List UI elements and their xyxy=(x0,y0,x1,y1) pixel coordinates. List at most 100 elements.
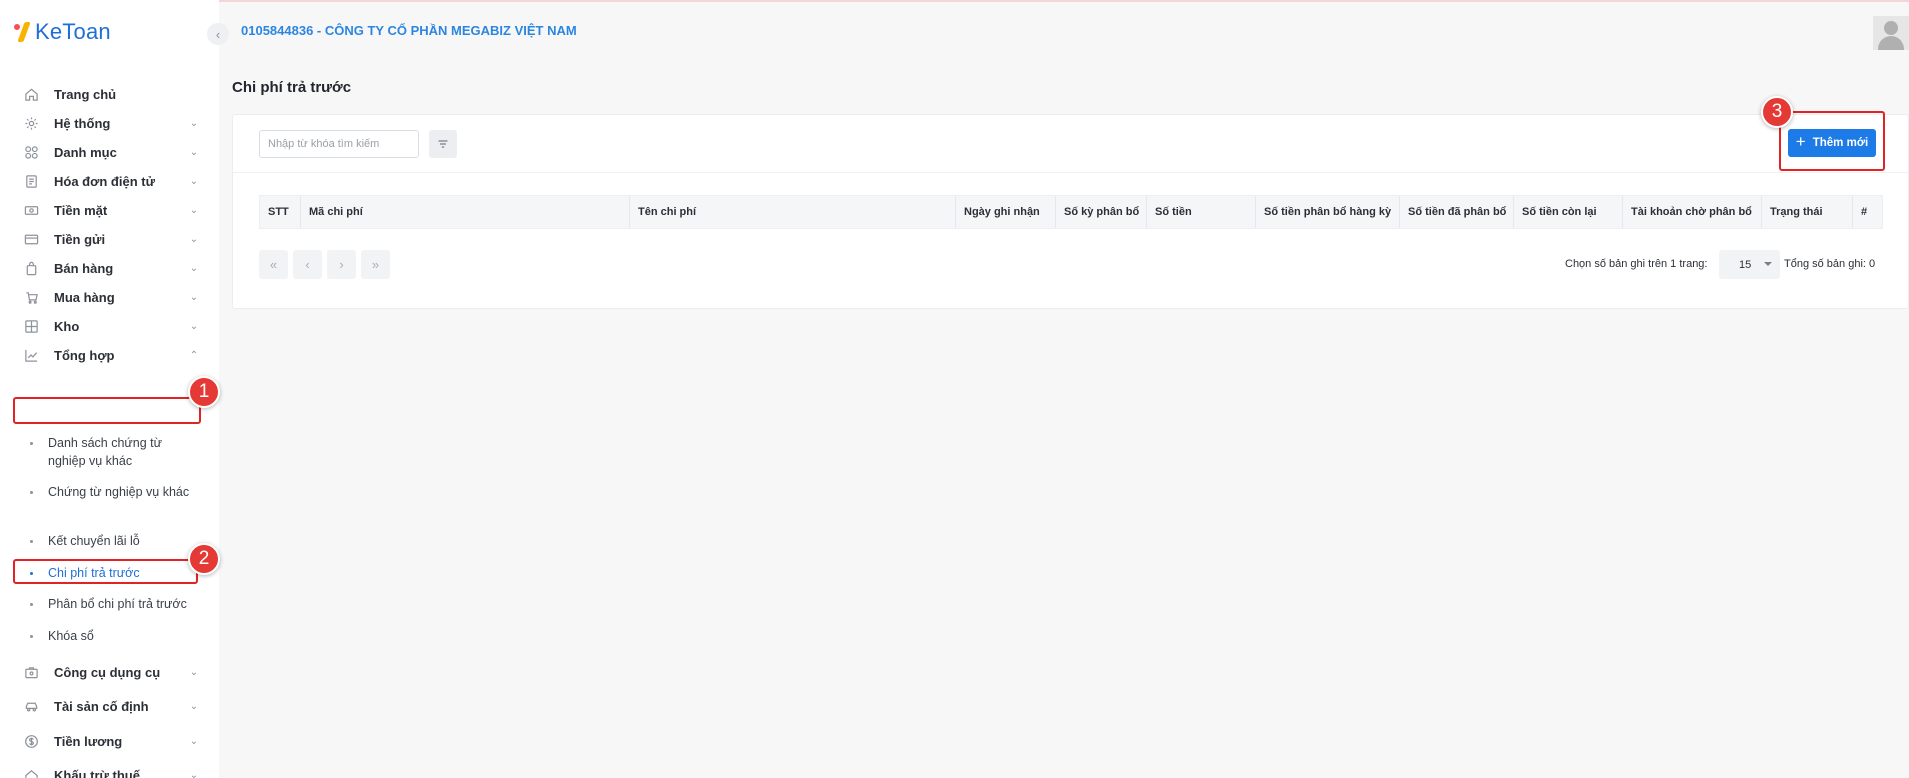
subitem-label: Chứng từ nghiệp vụ khác xyxy=(48,485,190,499)
subitem-khoa-so[interactable]: Khóa sổ xyxy=(30,627,200,645)
step-badge-2: 2 xyxy=(188,543,220,575)
sidebar-item-tai-san[interactable]: Tài sản cố định ⌄ xyxy=(14,690,202,722)
chevron-down-icon: ⌄ xyxy=(189,204,199,216)
sidebar-item-label: Kho xyxy=(54,318,80,334)
subitem-phan-bo-chi-phi[interactable]: Phân bổ chi phí trả trước xyxy=(30,595,200,613)
chevron-down-icon: ⌄ xyxy=(189,117,199,129)
highlight-box-2 xyxy=(13,559,198,584)
sidebar-item-label: Trang chủ xyxy=(54,86,117,102)
sidebar-item-label: Mua hàng xyxy=(54,289,115,305)
chevron-down-icon: ⌄ xyxy=(189,666,199,678)
column-header[interactable]: Số tiền xyxy=(1147,196,1256,228)
page-title: Chi phí trả trước xyxy=(232,79,352,96)
sidebar-item-tien-mat[interactable]: Tiền mặt ⌄ xyxy=(14,194,202,226)
dollar-icon xyxy=(22,732,40,750)
sidebar-item-label: Hệ thống xyxy=(54,115,111,131)
sidebar-item-label: Khấu trừ thuế xyxy=(54,767,140,778)
chevron-left-icon: ‹ xyxy=(215,26,221,42)
invoice-icon xyxy=(22,172,40,190)
search-input[interactable] xyxy=(259,130,419,158)
sidebar-item-ban-hang[interactable]: Bán hàng ⌄ xyxy=(14,252,202,284)
cart-icon xyxy=(22,288,40,306)
column-header[interactable]: # xyxy=(1853,196,1882,228)
chevron-down-icon: ⌄ xyxy=(189,700,199,712)
sidebar-item-danh-muc[interactable]: Danh mục ⌄ xyxy=(14,136,202,168)
bullet-icon xyxy=(30,491,33,494)
subitem-chung-tu-nghiep-vu[interactable]: Chứng từ nghiệp vụ khác xyxy=(30,483,200,501)
per-page-value: 15 xyxy=(1739,258,1752,271)
double-chevron-left-icon: « xyxy=(269,257,278,272)
sidebar-item-kho[interactable]: Kho ⌄ xyxy=(14,310,202,342)
column-header[interactable]: Số tiền đã phân bổ xyxy=(1400,196,1514,228)
last-page-button[interactable]: » xyxy=(361,250,390,279)
column-header[interactable]: STT xyxy=(260,196,301,228)
prev-page-button[interactable]: ‹ xyxy=(293,250,322,279)
content-card: + Thêm mới STT Mã chi phí Tên chi phí Ng… xyxy=(232,114,1909,309)
sidebar-collapse-button[interactable]: ‹ xyxy=(207,23,229,45)
chevron-down-icon: ⌄ xyxy=(189,175,199,187)
category-icon xyxy=(22,143,40,161)
subitem-label: Khóa sổ xyxy=(48,629,94,643)
column-header[interactable]: Tên chi phí xyxy=(630,196,956,228)
sidebar-item-label: Công cụ dụng cụ xyxy=(54,664,161,680)
tax-icon xyxy=(22,766,40,778)
per-page-select[interactable]: 15 xyxy=(1719,250,1780,279)
chevron-up-icon: ⌃ xyxy=(189,349,199,361)
sidebar-item-khau-tru-thue[interactable]: Khấu trừ thuế ⌄ xyxy=(14,759,202,778)
chevron-down-icon: ⌄ xyxy=(189,735,199,747)
next-page-button[interactable]: › xyxy=(327,250,356,279)
highlight-box-1 xyxy=(13,397,201,424)
sidebar-item-label: Tài sản cố định xyxy=(54,698,149,714)
sidebar-item-trang-chu[interactable]: Trang chủ xyxy=(14,78,202,110)
caret-down-icon xyxy=(1764,262,1772,266)
bullet-icon xyxy=(30,442,33,445)
logo-text: KeToan xyxy=(35,19,111,44)
sidebar-item-tong-hop[interactable]: Tổng hợp ⌃ xyxy=(14,339,202,371)
sidebar-item-he-thong[interactable]: Hệ thống ⌄ xyxy=(14,107,202,139)
sidebar-item-cong-cu[interactable]: Công cụ dụng cụ ⌄ xyxy=(14,656,202,688)
shopping-bag-icon xyxy=(22,259,40,277)
sidebar-item-mua-hang[interactable]: Mua hàng ⌄ xyxy=(14,281,202,313)
column-header[interactable]: Mã chi phí xyxy=(301,196,630,228)
card-icon xyxy=(22,230,40,248)
column-header[interactable]: Ngày ghi nhận xyxy=(956,196,1056,228)
sidebar-item-label: Tiền lương xyxy=(54,733,123,749)
logo-dot-icon xyxy=(14,24,20,30)
column-header[interactable]: Trạng thái xyxy=(1762,196,1853,228)
tools-icon xyxy=(22,663,40,681)
warehouse-icon xyxy=(22,317,40,335)
step-badge-1: 1 xyxy=(188,376,220,408)
subitem-label: Phân bổ chi phí trả trước xyxy=(48,597,187,611)
total-records: Tổng số bản ghi: 0 xyxy=(1784,258,1876,270)
subitem-ket-chuyen-lai-lo[interactable]: Kết chuyển lãi lỗ xyxy=(30,532,200,550)
app-root: KeToan Trang chủ Hệ thống ⌄ Danh mục ⌄ H… xyxy=(0,0,1909,778)
sidebar: KeToan Trang chủ Hệ thống ⌄ Danh mục ⌄ H… xyxy=(0,0,219,778)
logo[interactable]: KeToan xyxy=(14,16,111,48)
avatar[interactable] xyxy=(1873,16,1909,50)
column-header[interactable]: Số kỳ phân bổ xyxy=(1056,196,1147,228)
column-header[interactable]: Số tiền còn lại xyxy=(1514,196,1623,228)
chevron-down-icon: ⌄ xyxy=(189,233,199,245)
double-chevron-right-icon: » xyxy=(371,257,380,272)
column-header[interactable]: Tài khoản chờ phân bổ xyxy=(1623,196,1762,228)
chevron-down-icon: ⌄ xyxy=(189,320,199,332)
filter-button[interactable] xyxy=(429,130,457,158)
first-page-button[interactable]: « xyxy=(259,250,288,279)
chevron-down-icon: ⌄ xyxy=(189,262,199,274)
sidebar-item-tien-gui[interactable]: Tiền gửi ⌄ xyxy=(14,223,202,255)
cash-icon xyxy=(22,201,40,219)
sidebar-item-label: Hóa đơn điện tử xyxy=(54,173,155,189)
gear-icon xyxy=(22,114,40,132)
column-header[interactable]: Số tiền phân bổ hàng kỳ xyxy=(1256,196,1400,228)
chevron-down-icon: ⌄ xyxy=(189,291,199,303)
highlight-box-3 xyxy=(1779,111,1885,171)
sidebar-item-hoa-don[interactable]: Hóa đơn điện tử ⌄ xyxy=(14,165,202,197)
sidebar-item-label: Tiền mặt xyxy=(54,202,108,218)
chevron-right-icon: › xyxy=(339,257,344,272)
top-border xyxy=(0,0,1909,2)
bullet-icon xyxy=(30,540,33,543)
bullet-icon xyxy=(30,603,33,606)
subitem-danh-sach-chung-tu[interactable]: Danh sách chứng từ nghiệp vụ khác xyxy=(30,434,200,470)
sidebar-item-tien-luong[interactable]: Tiền lương ⌄ xyxy=(14,725,202,757)
avatar-body-icon xyxy=(1878,36,1904,50)
